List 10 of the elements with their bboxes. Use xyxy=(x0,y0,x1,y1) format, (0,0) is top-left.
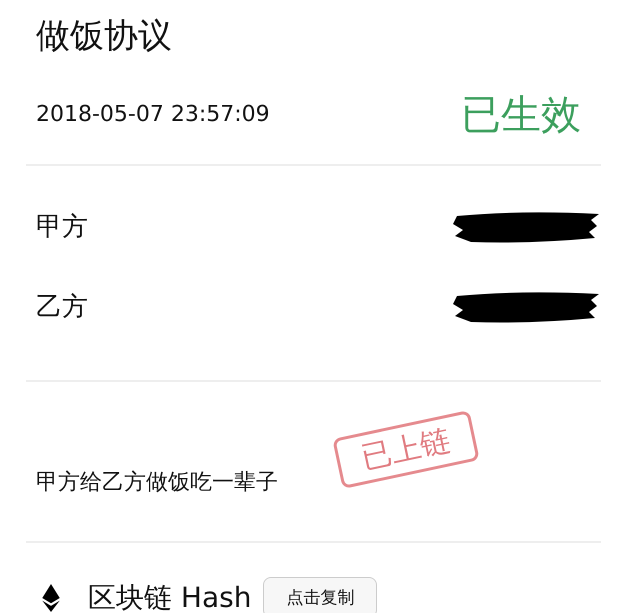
status-label: 已生效 xyxy=(461,90,581,140)
party-label: 甲方 xyxy=(36,210,88,244)
copy-button[interactable]: 点击复制 xyxy=(263,577,378,613)
stamp: 已上链 xyxy=(332,410,480,489)
hash-label: 区块链 Hash xyxy=(88,580,252,613)
party-label: 乙方 xyxy=(36,290,88,324)
diamond-icon xyxy=(42,584,60,612)
agreement-text: 甲方给乙方做饭吃一辈子 xyxy=(36,469,278,497)
timestamp: 2018-05-07 23:57:09 xyxy=(36,102,270,126)
agreement-title: 做饭协议 xyxy=(36,15,173,58)
